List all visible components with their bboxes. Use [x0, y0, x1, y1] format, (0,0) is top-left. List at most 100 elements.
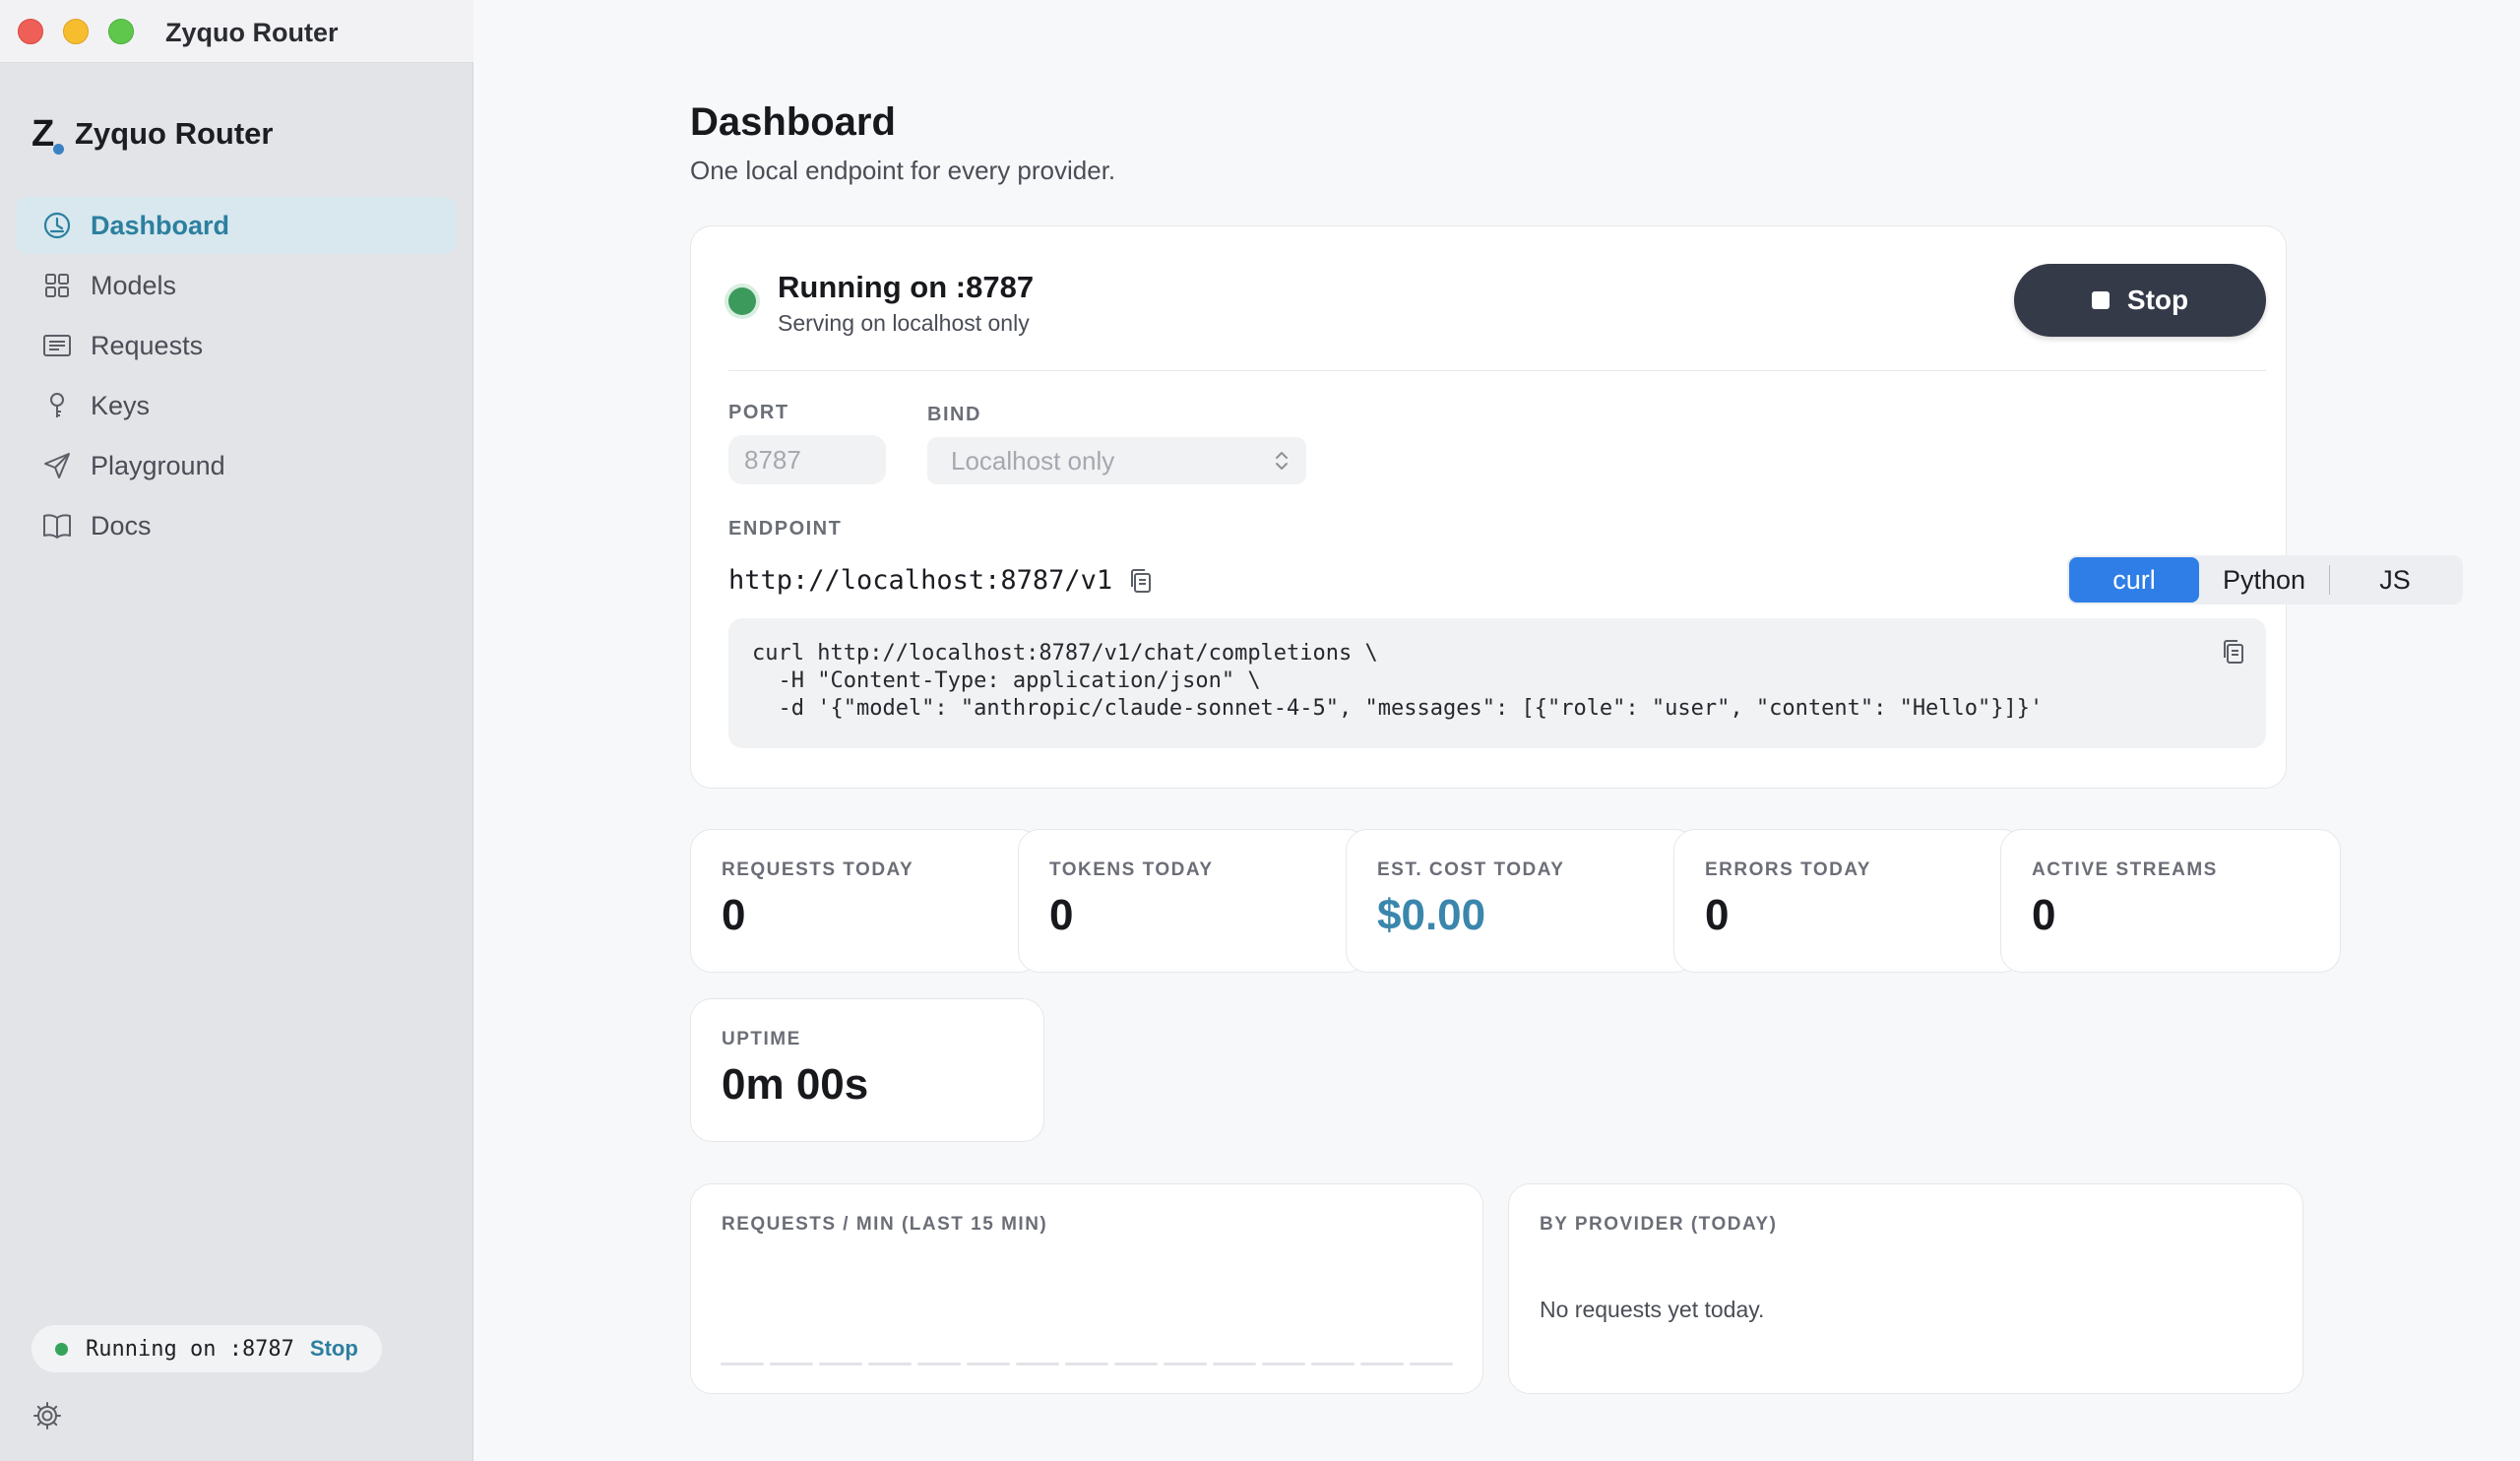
stat-card-tokens: TOKENS TODAY 0 [1018, 829, 1368, 973]
window-title: Zyquo Router [165, 18, 339, 47]
sidebar: Zyquo Router Z Zyquo Router Dashboard Mo… [0, 0, 473, 1461]
port-input[interactable]: 8787 [728, 435, 886, 484]
minimize-window-button[interactable] [63, 19, 89, 44]
divider [728, 370, 2266, 371]
sidebar-item-playground[interactable]: Playground [16, 437, 457, 494]
stat-card-streams: ACTIVE STREAMS 0 [2000, 829, 2341, 973]
sparkline-bar [1213, 1363, 1256, 1366]
sparkline-bar [1164, 1363, 1207, 1366]
stat-value: 0m 00s [722, 1060, 869, 1109]
sparkline-bar [770, 1363, 813, 1366]
zoom-window-button[interactable] [108, 19, 134, 44]
sparkline-bar [1262, 1363, 1305, 1366]
stat-value: $0.00 [1377, 891, 1486, 939]
endpoint-label: ENDPOINT [728, 518, 843, 540]
sparkline-bar [967, 1363, 1010, 1366]
endpoint-url: http://localhost:8787/v1 [728, 565, 1113, 596]
sidebar-item-label: Requests [91, 330, 204, 360]
stat-card-errors: ERRORS TODAY 0 [1673, 829, 2024, 973]
stat-card-requests: REQUESTS TODAY 0 [690, 829, 1040, 973]
chevron-up-down-icon [1273, 449, 1291, 473]
sidebar-server-status: Running on :8787 Stop [32, 1325, 382, 1372]
sidebar-item-label: Docs [91, 510, 152, 540]
by-provider-card: BY PROVIDER (TODAY) No requests yet toda… [1508, 1183, 2303, 1394]
bind-value: Localhost only [951, 445, 1115, 476]
stat-label: EST. COST TODAY [1377, 859, 1565, 880]
sidebar-item-requests[interactable]: Requests [16, 317, 457, 374]
stat-label: TOKENS TODAY [1049, 859, 1214, 880]
sparkline-bar [917, 1363, 961, 1366]
port-label: PORT [728, 402, 789, 423]
stat-value: 0 [722, 891, 746, 939]
panel-label: BY PROVIDER (TODAY) [1540, 1214, 1778, 1235]
main-content: Dashboard One local endpoint for every p… [474, 0, 2520, 1461]
sparkline-bar [1114, 1363, 1158, 1366]
list-icon [41, 330, 73, 361]
status-text: Running on :8787 [86, 1336, 294, 1362]
code-snippet: curl http://localhost:8787/v1/chat/compl… [728, 618, 2266, 748]
title-bar: Zyquo Router [0, 0, 473, 63]
requests-sparkline [721, 1363, 1453, 1366]
code-line: curl http://localhost:8787/v1/chat/compl… [752, 641, 1378, 666]
bind-select[interactable]: Localhost only [927, 437, 1306, 484]
sidebar-nav: Dashboard Models Requests Keys Playgroun… [16, 197, 457, 557]
tab-js[interactable]: JS [2330, 557, 2460, 603]
stat-value: 0 [1049, 891, 1074, 939]
copy-endpoint-icon[interactable] [1128, 567, 1154, 595]
book-icon [41, 510, 73, 541]
sidebar-item-models[interactable]: Models [16, 257, 457, 314]
port-value: 8787 [744, 444, 801, 475]
bind-label: BIND [927, 404, 981, 425]
brand-logo: Z [32, 114, 65, 155]
stat-label: UPTIME [722, 1029, 801, 1049]
stop-button-label: Stop [2126, 285, 2189, 315]
tab-python[interactable]: Python [2199, 557, 2329, 603]
grid-icon [41, 270, 73, 301]
sidebar-item-docs[interactable]: Docs [16, 497, 457, 554]
sidebar-stop-link[interactable]: Stop [310, 1336, 358, 1362]
dashboard-icon [41, 210, 73, 241]
code-line: -d '{"model": "anthropic/claude-sonnet-4… [752, 696, 2044, 721]
stop-icon [2091, 291, 2110, 309]
copy-snippet-icon[interactable] [2221, 638, 2246, 666]
sparkline-bar [1410, 1363, 1453, 1366]
sidebar-item-dashboard[interactable]: Dashboard [16, 197, 457, 254]
server-status-subtitle: Serving on localhost only [778, 310, 1030, 336]
tab-curl[interactable]: curl [2069, 557, 2199, 603]
brand: Z Zyquo Router [32, 114, 274, 155]
sparkline-bar [1360, 1363, 1404, 1366]
page-title: Dashboard [690, 100, 896, 144]
sparkline-bar [1065, 1363, 1108, 1366]
stat-value: 0 [2032, 891, 2056, 939]
stat-card-uptime: UPTIME 0m 00s [690, 998, 1044, 1142]
sparkline-bar [1016, 1363, 1059, 1366]
sparkline-bar [721, 1363, 764, 1366]
stop-server-button[interactable]: Stop [2014, 264, 2266, 337]
empty-state-text: No requests yet today. [1540, 1297, 1765, 1322]
panel-label: REQUESTS / MIN (LAST 15 MIN) [722, 1214, 1048, 1235]
sidebar-item-keys[interactable]: Keys [16, 377, 457, 434]
server-status-title: Running on :8787 [778, 270, 1035, 304]
status-dot [55, 1342, 68, 1356]
snippet-language-tabs: curl Python JS [2067, 555, 2463, 604]
sidebar-item-label: Models [91, 270, 177, 300]
requests-per-minute-card: REQUESTS / MIN (LAST 15 MIN) [690, 1183, 1483, 1394]
running-indicator [728, 287, 756, 315]
sparkline-bar [819, 1363, 862, 1366]
send-icon [41, 450, 73, 481]
stat-value: 0 [1705, 891, 1730, 939]
sparkline-bar [868, 1363, 912, 1366]
gear-icon[interactable] [32, 1400, 63, 1431]
code-line: -H "Content-Type: application/json" \ [752, 668, 1261, 693]
sidebar-item-label: Keys [91, 390, 151, 420]
close-window-button[interactable] [18, 19, 43, 44]
stat-label: ERRORS TODAY [1705, 859, 1871, 880]
key-icon [41, 390, 73, 421]
stat-label: ACTIVE STREAMS [2032, 859, 2218, 880]
brand-name: Zyquo Router [75, 116, 274, 151]
sidebar-item-label: Dashboard [91, 210, 230, 240]
sidebar-item-label: Playground [91, 450, 225, 480]
stat-label: REQUESTS TODAY [722, 859, 914, 880]
page-subtitle: One local endpoint for every provider. [690, 156, 1116, 185]
sparkline-bar [1311, 1363, 1354, 1366]
